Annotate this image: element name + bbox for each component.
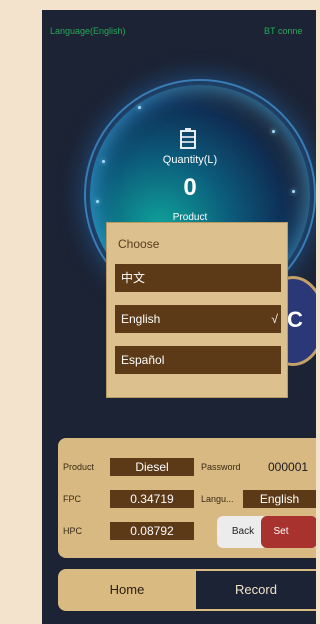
option-label: 中文 bbox=[121, 271, 146, 285]
option-label: Español bbox=[121, 353, 165, 367]
language-indicator[interactable]: Language(English) bbox=[50, 26, 126, 36]
checkmark-icon: √ bbox=[271, 312, 278, 326]
set-button[interactable]: Set bbox=[261, 516, 316, 548]
app-screen: Language(English) BT conne Quantity(L) 0… bbox=[42, 10, 316, 624]
option-chinese[interactable]: 中文 bbox=[115, 264, 281, 292]
bottom-tab-bar: Home Record bbox=[58, 569, 316, 611]
language-label: Langu... bbox=[201, 494, 234, 504]
fuel-tank-icon bbox=[180, 128, 196, 149]
sparkle bbox=[272, 130, 275, 133]
hpc-field[interactable]: 0.08792 bbox=[110, 522, 194, 540]
language-chooser-popup: Choose 中文 English √ Español bbox=[106, 222, 288, 398]
hpc-label: HPC bbox=[63, 526, 83, 536]
language-field[interactable]: English bbox=[243, 490, 316, 508]
option-english[interactable]: English √ bbox=[115, 305, 281, 333]
password-field[interactable]: 000001 bbox=[268, 460, 308, 474]
sparkle bbox=[96, 200, 99, 203]
quantity-label: Quantity(L) bbox=[162, 154, 218, 166]
sparkle bbox=[138, 106, 141, 109]
top-status-bar: Language(English) BT conne bbox=[42, 26, 316, 42]
option-label: English bbox=[121, 312, 161, 326]
quantity-value: 0 bbox=[183, 174, 197, 201]
fpc-field[interactable]: 0.34719 bbox=[110, 490, 194, 508]
tab-home[interactable]: Home bbox=[58, 569, 196, 611]
password-label: Password bbox=[201, 462, 241, 472]
bluetooth-status[interactable]: BT conne bbox=[264, 26, 302, 36]
badge-letter: C bbox=[287, 307, 303, 332]
product-field[interactable]: Diesel bbox=[110, 458, 194, 476]
option-spanish[interactable]: Español bbox=[115, 346, 281, 374]
tab-record[interactable]: Record bbox=[196, 569, 316, 611]
sparkle bbox=[102, 160, 105, 163]
sparkle bbox=[292, 190, 295, 193]
product-label: Product bbox=[63, 462, 95, 472]
popup-title: Choose bbox=[118, 237, 160, 251]
fpc-label: FPC bbox=[63, 494, 81, 504]
